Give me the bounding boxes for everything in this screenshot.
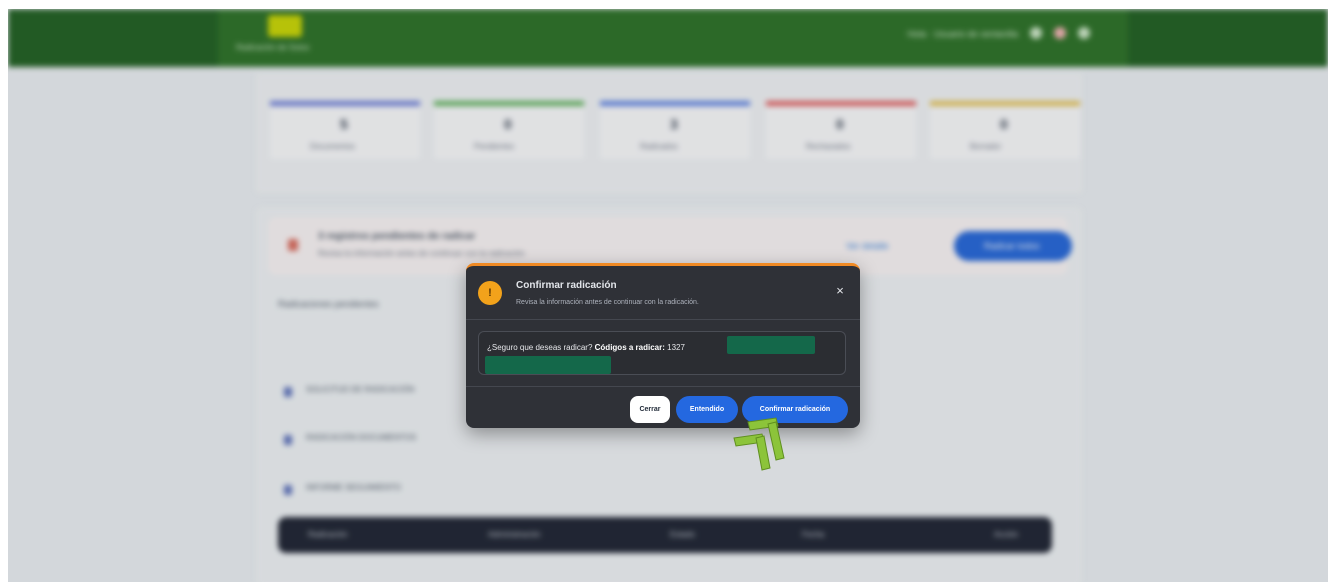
screenshot-frame: Radicación de Sotos Hola · Usuario de ve…	[0, 0, 1328, 582]
pointer-cursor-icon	[733, 417, 785, 471]
confirm-question: ¿Seguro que deseas radicar?	[487, 343, 593, 352]
warning-icon: !	[478, 281, 502, 305]
redacted-code-block	[727, 336, 815, 354]
close-button[interactable]: Cerrar	[630, 396, 670, 423]
codes-value: 1327	[667, 343, 685, 352]
dialog-header: ! Confirmar radicación Revisa la informa…	[466, 266, 860, 320]
redacted-code-block	[485, 356, 611, 374]
close-icon[interactable]: ×	[834, 284, 846, 297]
dialog-footer: Cerrar Entendido Confirmar radicación	[466, 386, 860, 431]
confirm-dialog: ! Confirmar radicación Revisa la informa…	[466, 263, 860, 428]
dialog-message-box: ¿Seguro que deseas radicar? Códigos a ra…	[478, 331, 846, 375]
dialog-subtitle: Revisa la información antes de continuar…	[516, 299, 699, 306]
dialog-title: Confirmar radicación	[516, 280, 617, 291]
codes-label: Códigos a radicar:	[594, 343, 665, 352]
dialog-message: ¿Seguro que deseas radicar? Códigos a ra…	[487, 343, 685, 352]
